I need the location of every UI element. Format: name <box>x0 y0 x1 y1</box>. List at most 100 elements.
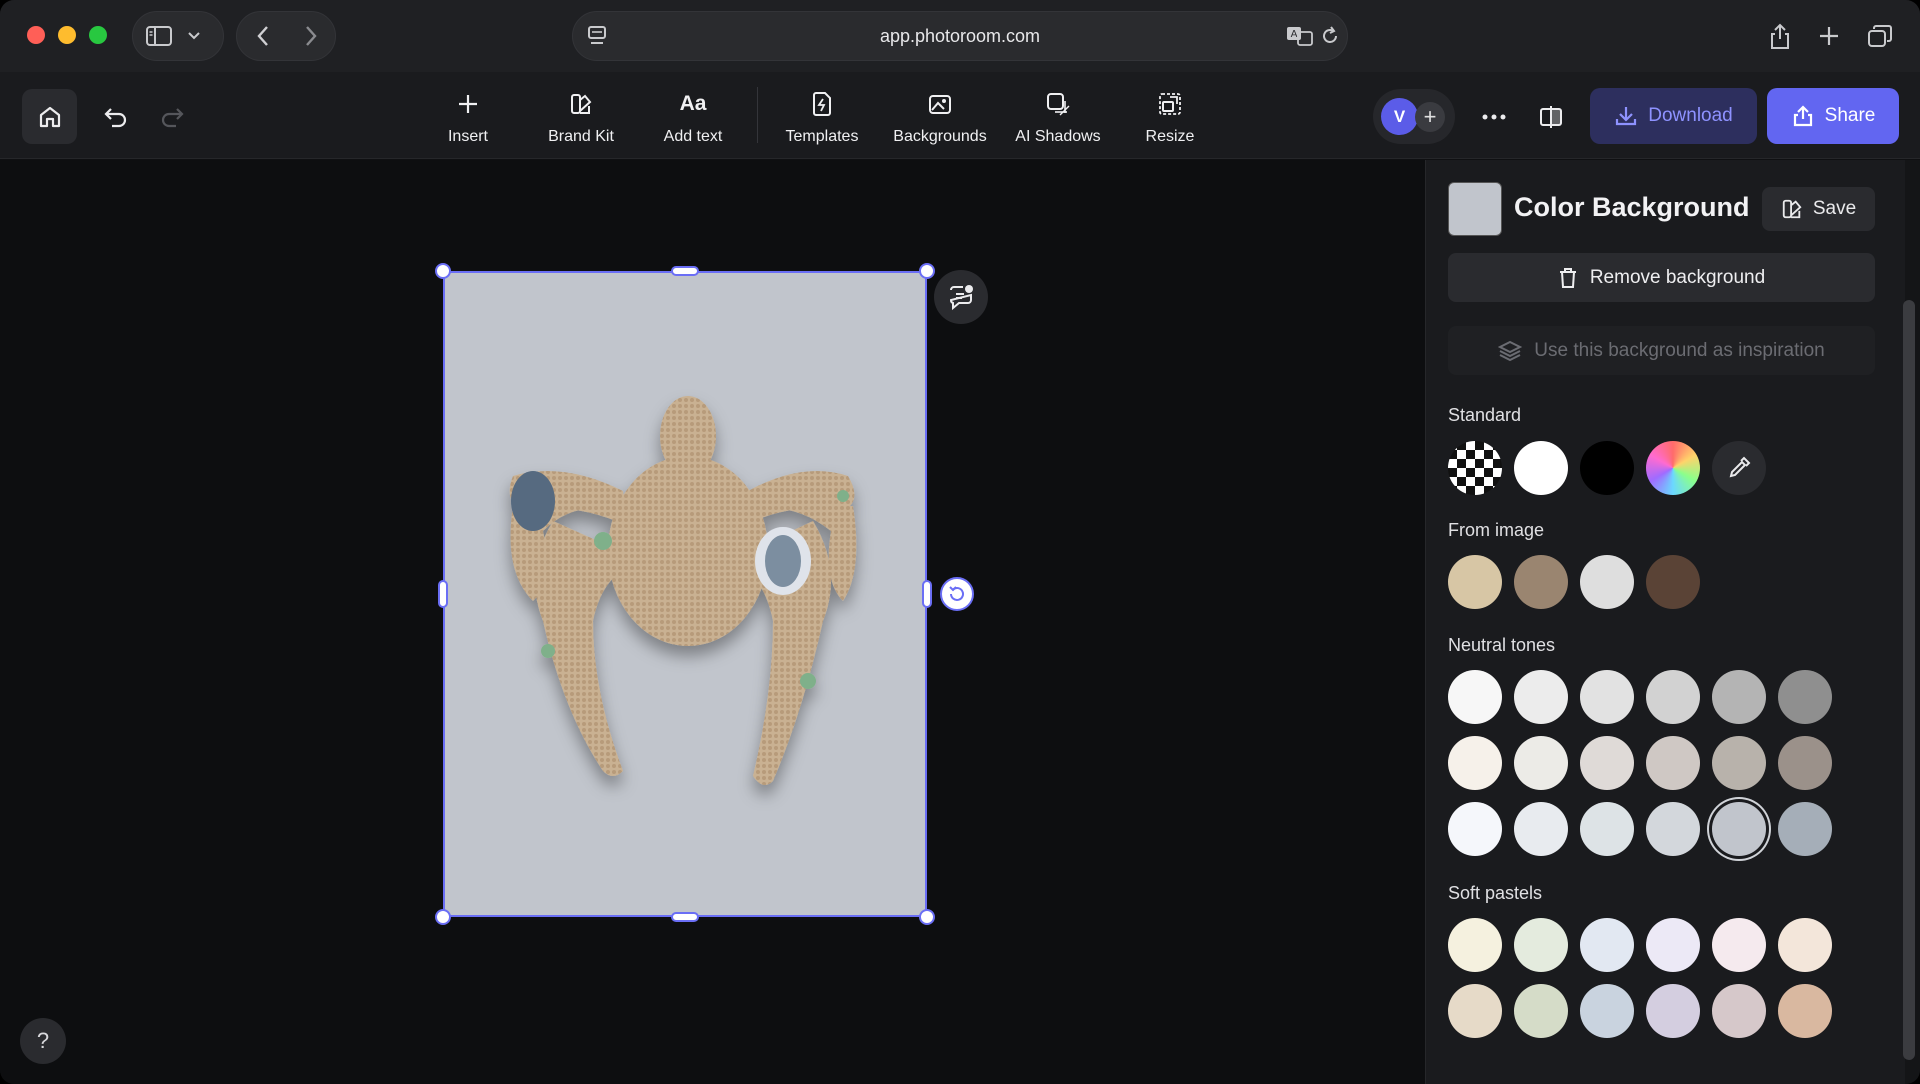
resize-handle-top[interactable] <box>671 266 699 276</box>
neutral-color-swatch[interactable] <box>1712 802 1766 856</box>
black-swatch[interactable] <box>1580 441 1634 495</box>
resize-handle-left[interactable] <box>438 580 448 608</box>
neutral-color-swatch[interactable] <box>1646 670 1700 724</box>
neutral-color-swatch[interactable] <box>1580 736 1634 790</box>
neutral-color-swatch[interactable] <box>1448 736 1502 790</box>
insert-tool[interactable]: Insert <box>440 90 496 146</box>
browser-window: app.photoroom.com A Insert Brand Kit Aa … <box>0 0 1920 1084</box>
share-page-icon[interactable] <box>1760 16 1800 56</box>
save-button[interactable]: Save <box>1762 187 1875 231</box>
trash-icon <box>1559 267 1576 288</box>
use-as-inspiration-button[interactable]: Use this background as inspiration <box>1448 326 1875 375</box>
insert-label: Insert <box>447 128 488 145</box>
neutral-color-swatch[interactable] <box>1646 736 1700 790</box>
home-button[interactable] <box>22 89 77 144</box>
download-icon <box>1616 107 1637 126</box>
pastel-color-swatch[interactable] <box>1514 984 1568 1038</box>
pastel-color-swatch[interactable] <box>1448 984 1502 1038</box>
pastel-color-swatch[interactable] <box>1778 918 1832 972</box>
from-image-color-swatch[interactable] <box>1448 555 1502 609</box>
transparent-swatch[interactable] <box>1448 441 1502 495</box>
resize-handle-bottom-left[interactable] <box>435 909 451 925</box>
resize-handle-top-left[interactable] <box>435 263 451 279</box>
neutral-color-swatch[interactable] <box>1580 802 1634 856</box>
resize-handle-bottom[interactable] <box>671 912 699 922</box>
undo-button[interactable] <box>92 89 140 144</box>
neutral-color-swatch[interactable] <box>1580 670 1634 724</box>
neutral-color-swatch[interactable] <box>1514 802 1568 856</box>
rotate-button[interactable] <box>940 577 974 611</box>
neutral-color-swatch[interactable] <box>1778 670 1832 724</box>
pastel-color-swatch[interactable] <box>1646 984 1700 1038</box>
add-text-label: Add text <box>663 128 723 145</box>
sidebar-icon[interactable] <box>139 16 179 56</box>
comment-button[interactable] <box>934 270 988 324</box>
translate-icon[interactable]: A <box>1286 25 1314 52</box>
resize-tool[interactable]: Resize <box>1140 90 1200 146</box>
eyedropper-button[interactable] <box>1712 441 1766 495</box>
download-button[interactable]: Download <box>1590 88 1757 144</box>
new-tab-icon[interactable] <box>1809 16 1849 56</box>
more-options-button[interactable] <box>1470 89 1518 144</box>
pastel-color-swatch[interactable] <box>1646 918 1700 972</box>
resize-handle-top-right[interactable] <box>919 263 935 279</box>
minimize-window-button[interactable] <box>58 26 76 44</box>
forward-icon[interactable] <box>291 16 331 56</box>
neutral-color-swatch[interactable] <box>1778 802 1832 856</box>
from-image-color-swatch[interactable] <box>1514 555 1568 609</box>
resize-label: Resize <box>1145 128 1195 145</box>
remove-background-button[interactable]: Remove background <box>1448 253 1875 302</box>
redo-button[interactable] <box>148 89 196 144</box>
resize-handle-bottom-right[interactable] <box>919 909 935 925</box>
pastel-color-swatch[interactable] <box>1580 918 1634 972</box>
address-bar[interactable]: app.photoroom.com A <box>572 11 1348 61</box>
add-text-tool[interactable]: Aa Add text <box>660 90 726 146</box>
templates-tool[interactable]: Templates <box>782 90 862 146</box>
from-image-color-swatch[interactable] <box>1646 555 1700 609</box>
backgrounds-label: Backgrounds <box>893 128 987 145</box>
neutral-color-swatch[interactable] <box>1448 670 1502 724</box>
collaborators-group[interactable]: V + <box>1373 89 1455 144</box>
help-button[interactable]: ? <box>20 1018 66 1064</box>
resize-handle-right[interactable] <box>922 580 932 608</box>
ai-shadows-tool[interactable]: AI Shadows <box>1013 90 1103 146</box>
pastel-color-swatch[interactable] <box>1712 918 1766 972</box>
pastel-color-swatch[interactable] <box>1712 984 1766 1038</box>
back-icon[interactable] <box>243 16 283 56</box>
neutral-color-swatch[interactable] <box>1514 736 1568 790</box>
ai-shadows-label: AI Shadows <box>1015 128 1101 145</box>
share-label: Share <box>1824 105 1876 126</box>
pastel-color-swatch[interactable] <box>1778 984 1832 1038</box>
zoom-window-button[interactable] <box>89 26 107 44</box>
neutral-color-swatch[interactable] <box>1646 802 1700 856</box>
white-swatch[interactable] <box>1514 441 1568 495</box>
invite-plus-icon[interactable]: + <box>1415 102 1445 132</box>
reload-icon[interactable] <box>1319 25 1341 52</box>
neutral-color-swatch[interactable] <box>1712 736 1766 790</box>
comment-add-icon <box>950 285 973 311</box>
share-button[interactable]: Share <box>1767 88 1899 144</box>
pastel-color-swatch[interactable] <box>1448 918 1502 972</box>
avatar[interactable]: V <box>1381 98 1418 135</box>
toolbar-divider <box>757 87 758 143</box>
panel-scrollbar-thumb[interactable] <box>1903 300 1915 1060</box>
from-image-color-swatch[interactable] <box>1580 555 1634 609</box>
neutral-color-swatch[interactable] <box>1712 670 1766 724</box>
neutral-color-swatch[interactable] <box>1778 736 1832 790</box>
color-picker-swatch[interactable] <box>1646 441 1700 495</box>
editor-canvas[interactable]: ? <box>0 160 1425 1084</box>
standard-section-title: Standard <box>1448 405 1522 425</box>
chevron-down-icon[interactable] <box>179 16 209 56</box>
close-window-button[interactable] <box>27 26 45 44</box>
pastel-color-swatch[interactable] <box>1580 984 1634 1038</box>
backgrounds-tool[interactable]: Backgrounds <box>890 90 990 146</box>
compare-button[interactable] <box>1527 89 1575 144</box>
tab-overview-icon[interactable] <box>1860 16 1900 56</box>
brand-kit-tool[interactable]: Brand Kit <box>542 90 620 146</box>
neutral-color-swatch[interactable] <box>1448 802 1502 856</box>
rotate-icon <box>949 586 964 601</box>
neutral-color-swatch[interactable] <box>1514 670 1568 724</box>
from-image-section-title: From image <box>1448 520 1545 540</box>
eyedropper-icon <box>1729 456 1751 478</box>
pastel-color-swatch[interactable] <box>1514 918 1568 972</box>
